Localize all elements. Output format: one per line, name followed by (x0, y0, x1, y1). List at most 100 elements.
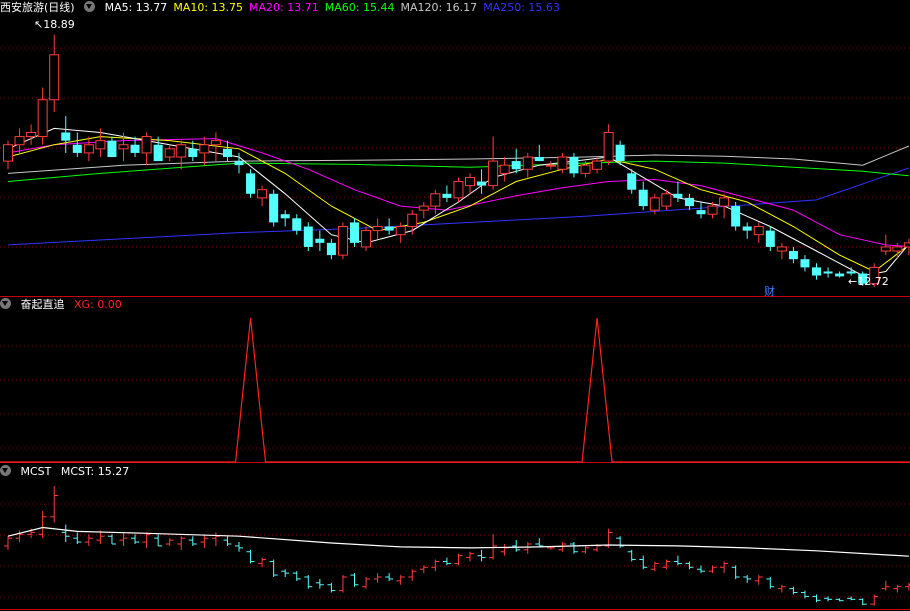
ma-indicator-label: MA5: 13.77 (104, 1, 168, 14)
low-price-marker: ← (848, 275, 858, 288)
candle-body (418, 205, 429, 211)
ma-indicator-label: MA10: 13.75 (173, 1, 244, 14)
candle-body (176, 144, 187, 158)
candle-body (592, 160, 603, 170)
candle-body (627, 173, 637, 190)
candle-body (3, 144, 13, 162)
collapse-toggle-icon[interactable] (0, 465, 11, 476)
candle-body (522, 156, 533, 170)
candle-body (188, 148, 198, 157)
candle-body (696, 210, 706, 215)
xg-panel-header: 奋起直追 XG: 0.00 (0, 297, 128, 313)
ma-indicator-label: MA20: 13.71 (249, 1, 319, 14)
candle-body (315, 238, 325, 243)
candle-body (95, 140, 106, 150)
candle-body (303, 226, 313, 247)
candle-body (731, 206, 741, 227)
candle-body (269, 193, 279, 223)
candle-body (350, 222, 359, 243)
ma-indicator-label: MA120: 16.17 (400, 1, 478, 14)
candle-body (107, 140, 117, 157)
candle-body (118, 144, 129, 150)
stock-name: 西安旅游(日线) (0, 1, 75, 14)
candle-body (234, 161, 244, 166)
candle-body (719, 197, 730, 207)
candle-body (465, 176, 475, 187)
candle-body (83, 144, 94, 154)
candle-body (673, 193, 683, 198)
candle-body (742, 226, 752, 231)
ma-indicator-label: MA60: 15.44 (324, 1, 395, 14)
candle-body (164, 148, 175, 158)
candle-body (26, 131, 37, 138)
candle-body (753, 226, 764, 236)
candle-body (210, 140, 221, 146)
candle-body (835, 273, 845, 277)
candle-body (499, 164, 510, 174)
candle-body (14, 136, 25, 146)
collapse-toggle-icon[interactable] (0, 298, 11, 309)
financial-report-marker[interactable]: 财 (764, 283, 775, 299)
candle-body (776, 246, 787, 252)
candle-body (880, 246, 891, 252)
high-price-marker: ↖ (34, 18, 44, 31)
candle-body (442, 193, 452, 198)
candle-body (292, 218, 302, 231)
candle-body (788, 251, 798, 260)
candle-body (130, 144, 140, 153)
high-price-value: 18.89 (43, 18, 75, 31)
mcst-panel-header: MCST MCST: 15.27 (0, 464, 135, 480)
candle-body (892, 246, 903, 252)
candle-body (603, 131, 614, 162)
mcst-panel-title: MCST (20, 465, 52, 478)
candle-body (812, 267, 821, 276)
xg-value-label: XG: 0.00 (74, 298, 122, 311)
candle-body (337, 226, 348, 256)
candle-body (72, 144, 82, 153)
stock-chart (0, 34, 910, 610)
candle-body (661, 193, 672, 207)
xg-signal-line (0, 317, 910, 463)
candle-body (199, 144, 210, 154)
candle-body (222, 148, 232, 157)
candle-body (488, 160, 499, 187)
candle-body (141, 136, 152, 154)
collapse-toggle-icon[interactable] (84, 1, 96, 12)
ma-indicator-list: MA5: 13.77 MA10: 13.75 MA20: 13.71 MA60: 15… (105, 1, 566, 14)
candle-body (615, 144, 625, 162)
candle-body (49, 54, 60, 101)
xg-panel-title: 奋起直追 (20, 298, 65, 311)
low-price-label: ←12.72 (848, 275, 889, 288)
candle-body (511, 161, 521, 170)
candle-body (361, 230, 372, 248)
main-price-panel[interactable] (3, 34, 910, 288)
candle-body (707, 205, 718, 215)
candle-body (61, 132, 71, 141)
candle-body (534, 157, 544, 162)
candle-body (326, 242, 336, 256)
candle-body (407, 213, 418, 227)
main-panel-header: 西安旅游(日线) MA5: 13.77 MA10: 13.75 MA20: 13.7… (0, 0, 572, 16)
candle-body (257, 189, 268, 199)
xg-indicator-panel[interactable] (0, 317, 910, 463)
candle-body (684, 197, 694, 207)
candle-body (823, 271, 833, 274)
candle-body (280, 214, 290, 219)
candle-body (800, 259, 810, 268)
candle-body (903, 242, 910, 248)
candle-body (453, 181, 464, 199)
candle-body (430, 193, 441, 207)
candle-body (569, 157, 579, 174)
candle-body (557, 156, 568, 170)
mcst-value-label: MCST: 15.27 (60, 465, 130, 478)
low-price-value: 12.72 (857, 275, 889, 288)
candle-body (477, 181, 487, 186)
candle-body (580, 164, 591, 174)
candle-body (545, 164, 556, 167)
grid-lines (0, 47, 910, 610)
candle-body (846, 271, 856, 274)
high-price-label: ↖18.89 (34, 18, 75, 31)
candle-body (638, 189, 648, 207)
candle-body (246, 173, 256, 194)
candle-body (384, 226, 394, 231)
